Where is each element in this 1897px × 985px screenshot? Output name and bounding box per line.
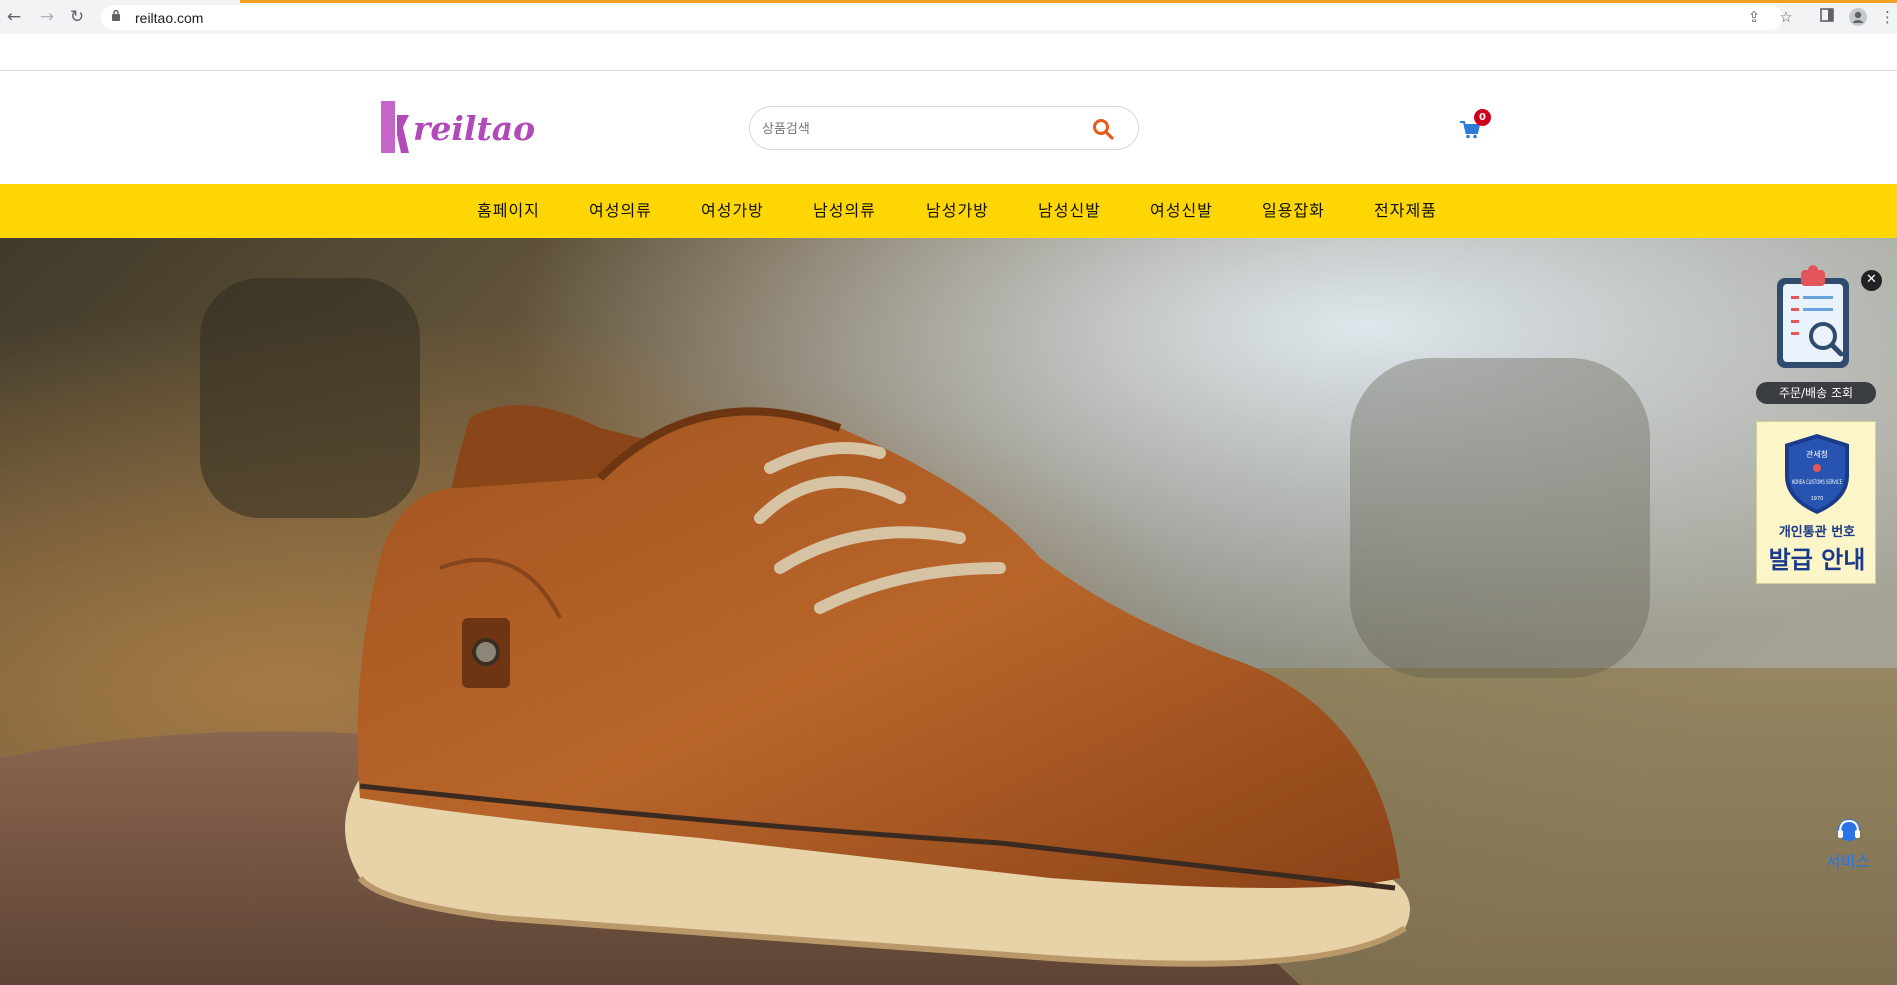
address-bar[interactable]: reiltao.com — [101, 5, 1783, 30]
menu-item-mens-clothing[interactable]: 남성의류 — [813, 184, 876, 238]
page-loading-bar — [240, 0, 1897, 3]
hero-banner[interactable] — [0, 238, 1897, 985]
headset-icon — [1834, 816, 1864, 850]
menu-item-mens-shoes[interactable]: 남성신발 — [1038, 184, 1101, 238]
order-lookup-label: 주문/배송 조회 — [1756, 382, 1876, 404]
more-icon[interactable]: ⋮ — [1880, 8, 1895, 26]
forward-icon[interactable]: → — [37, 7, 57, 27]
search-input[interactable] — [762, 117, 1082, 141]
order-lookup-widget[interactable]: ✕ 주문/배송 조회 — [1752, 264, 1882, 404]
side-panel-icon[interactable] — [1818, 8, 1836, 26]
menu-item-daily-goods[interactable]: 일용잡화 — [1262, 184, 1325, 238]
menu-item-womens-bags[interactable]: 여성가방 — [701, 184, 764, 238]
back-icon[interactable]: ← — [4, 7, 24, 27]
customs-shield-icon: 관세청 KOREA CUSTOMS SERVICE 1970 — [1785, 434, 1849, 514]
menu-item-womens-clothing[interactable]: 여성의류 — [589, 184, 652, 238]
site-header: reiltao 0 — [0, 71, 1897, 184]
logo-mark-icon — [381, 101, 411, 153]
category-menu: 홈페이지 여성의류 여성가방 남성의류 남성가방 남성신발 여성신발 일용잡화 … — [0, 184, 1897, 238]
menu-item-home[interactable]: 홈페이지 — [477, 184, 540, 238]
search-box — [749, 106, 1139, 150]
profile-icon[interactable] — [1849, 8, 1867, 26]
cart-count-badge: 0 — [1474, 109, 1491, 126]
customer-service-button[interactable]: 서비스 — [1818, 816, 1878, 872]
url-text[interactable]: reiltao.com — [135, 10, 203, 26]
star-icon[interactable]: ☆ — [1777, 8, 1795, 26]
clipboard-search-icon — [1773, 264, 1853, 378]
customs-badge-mid: KOREA CUSTOMS SERVICE — [1792, 479, 1842, 486]
hero-shoe-image — [0, 238, 1897, 985]
search-icon[interactable] — [1092, 118, 1114, 140]
site-logo[interactable]: reiltao — [381, 101, 535, 153]
lock-icon[interactable] — [111, 9, 121, 24]
customs-badge-top: 관세청 — [1806, 449, 1828, 459]
cart-button[interactable]: 0 — [1460, 109, 1496, 141]
menu-item-mens-bags[interactable]: 남성가방 — [926, 184, 989, 238]
menu-item-womens-shoes[interactable]: 여성신발 — [1150, 184, 1213, 238]
customs-line1: 개인통관 번호 — [1778, 525, 1856, 540]
customs-line2: 발급 안내 — [1768, 546, 1866, 574]
customs-clearance-banner[interactable]: 관세청 KOREA CUSTOMS SERVICE 1970 개인통관 번호 발… — [1756, 421, 1876, 584]
service-label: 서비스 — [1825, 852, 1871, 871]
reload-icon[interactable]: ↻ — [67, 7, 87, 27]
logo-text: reiltao — [413, 109, 536, 148]
share-icon[interactable]: ⇪ — [1745, 8, 1763, 26]
close-icon[interactable]: ✕ — [1861, 270, 1882, 291]
browser-toolbar: ← → ↻ reiltao.com ⇪ ☆ ⋮ — [0, 0, 1897, 34]
customs-badge-year: 1970 — [1811, 496, 1824, 502]
menu-item-electronics[interactable]: 전자제품 — [1374, 184, 1437, 238]
